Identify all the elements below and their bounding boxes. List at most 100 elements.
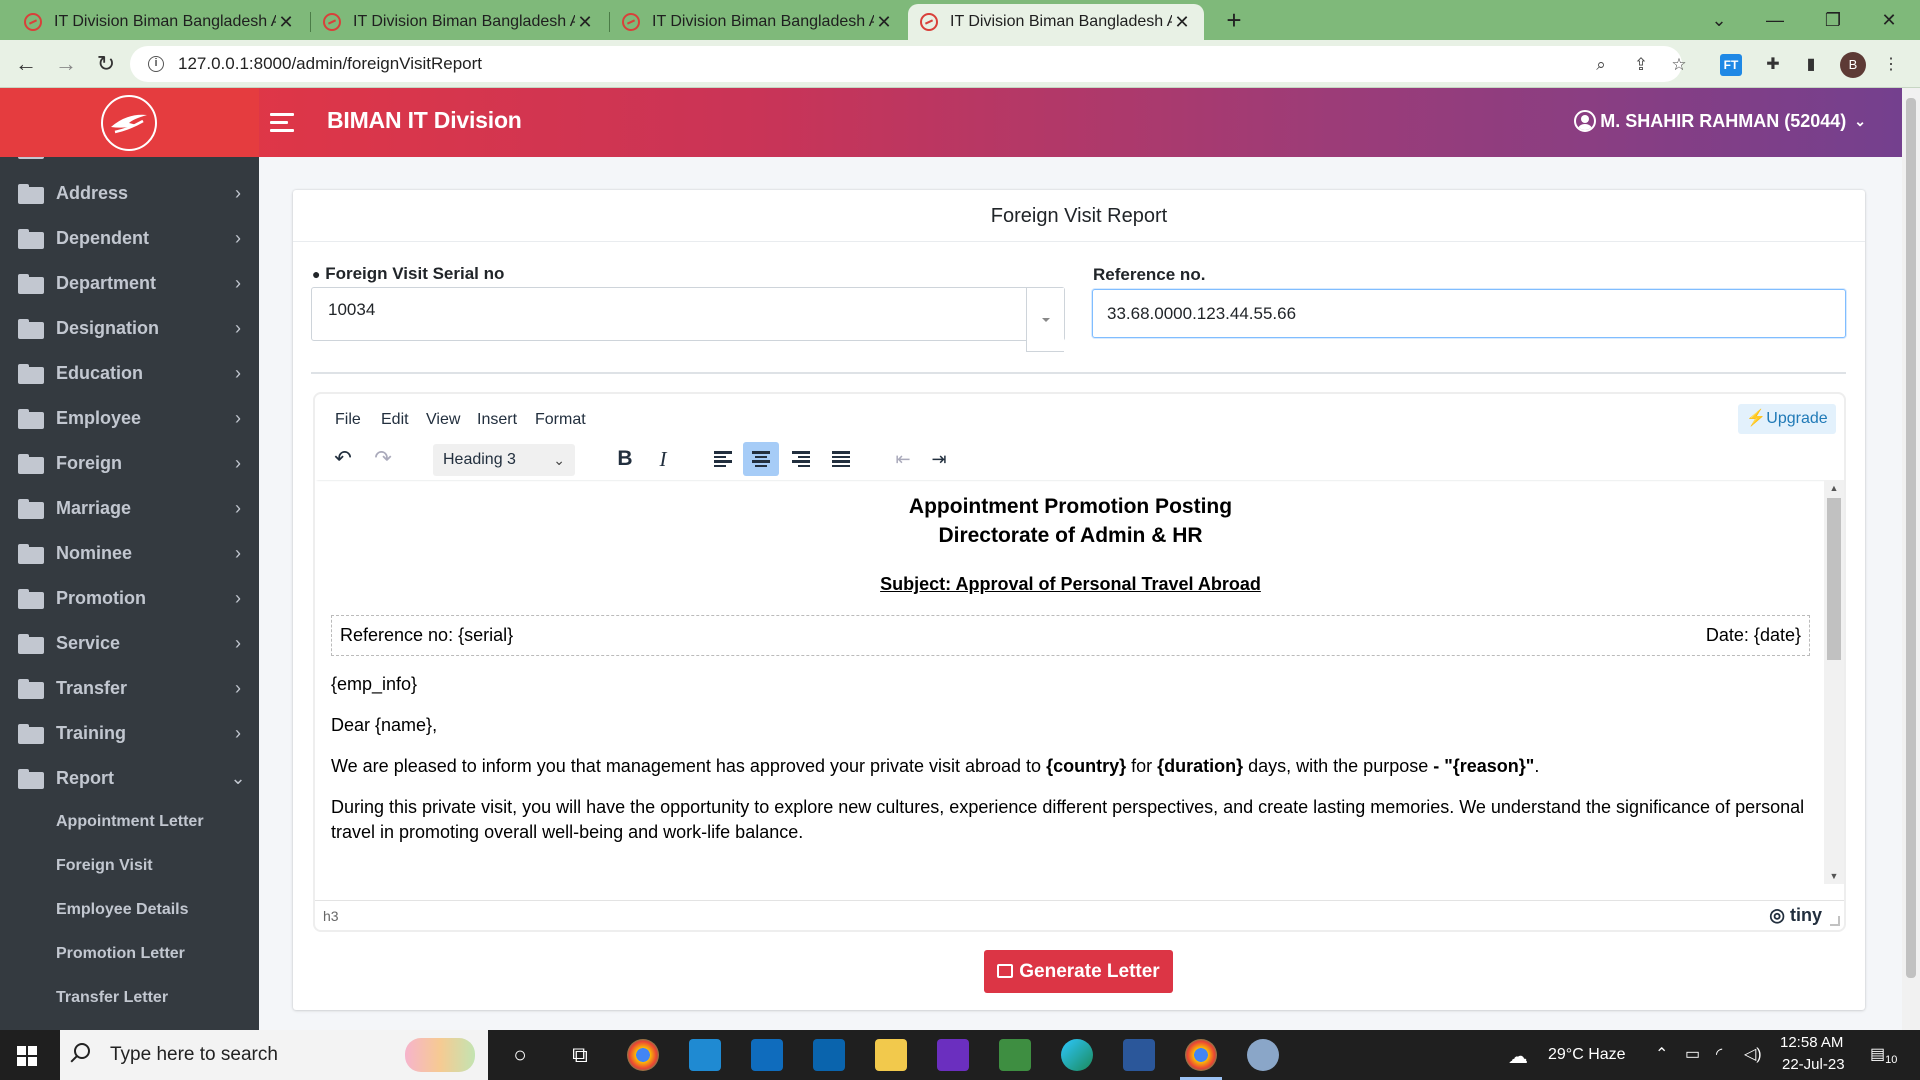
taskbar-search[interactable]: Type here to search — [60, 1030, 488, 1080]
windows-start-icon[interactable] — [17, 1046, 37, 1066]
wifi-icon[interactable]: ◜ — [1716, 1044, 1722, 1064]
sidebar-item-employee[interactable]: Employee › — [0, 396, 259, 441]
align-left-icon[interactable] — [705, 442, 741, 476]
browser-menu-icon[interactable]: ⋮ — [1878, 52, 1904, 78]
element-path[interactable]: h3 — [323, 908, 339, 924]
extension-ft-icon[interactable]: FT — [1720, 54, 1742, 76]
sidebar-item-training[interactable]: Training › — [0, 711, 259, 756]
sidebar-item-department[interactable]: Department › — [0, 261, 259, 306]
reference-input[interactable] — [1092, 289, 1846, 338]
sidebar-subitem-promotion-letter[interactable]: Promotion Letter — [56, 945, 185, 963]
redo-icon[interactable]: ↷ — [365, 442, 401, 476]
extensions-puzzle-icon[interactable]: ✚ — [1760, 52, 1786, 78]
word-icon[interactable] — [1123, 1039, 1155, 1071]
sidebar-item-transfer[interactable]: Transfer › — [0, 666, 259, 711]
sidebar-item-service[interactable]: Service › — [0, 621, 259, 666]
indent-icon[interactable]: ⇥ — [921, 442, 957, 476]
user-menu[interactable]: M. SHAHIR RAHMAN (52044) ⌄ — [1574, 110, 1866, 132]
task-view-icon[interactable]: ⧉ — [564, 1039, 596, 1071]
profile-avatar[interactable]: B — [1840, 52, 1866, 78]
clock-time[interactable]: 12:58 AM — [1780, 1034, 1843, 1051]
sidebar-item-address[interactable]: Address › — [0, 171, 259, 216]
sidebar-subitem-transfer-letter[interactable]: Transfer Letter — [56, 989, 168, 1007]
sidebar-subitem-foreign-visit[interactable]: Foreign Visit — [56, 857, 153, 875]
menu-insert[interactable]: Insert — [477, 411, 517, 429]
close-tab-icon[interactable]: ✕ — [1172, 12, 1192, 33]
browser-tab[interactable]: IT Division Biman Bangladesh Air ✕ — [311, 4, 607, 40]
tiny-logo[interactable]: ◎ tiny — [1769, 905, 1822, 926]
outdent-icon[interactable]: ⇤ — [885, 442, 921, 476]
dropdown-caret-icon[interactable] — [1026, 288, 1064, 352]
block-format-select[interactable]: Heading 3 ⌄ — [433, 444, 575, 476]
zoom-icon[interactable]: ⌕ — [1590, 54, 1612, 76]
generate-letter-button[interactable]: Generate Letter — [984, 950, 1173, 993]
editor-scroll-thumb[interactable] — [1827, 498, 1841, 660]
menu-file[interactable]: File — [335, 411, 361, 429]
reload-icon[interactable]: ↻ — [90, 48, 122, 80]
close-tab-icon[interactable]: ✕ — [575, 12, 595, 33]
align-center-icon[interactable] — [743, 442, 779, 476]
chrome-icon[interactable] — [627, 1039, 659, 1071]
notification-icon[interactable]: ▤10 — [1870, 1044, 1897, 1066]
image-viewer-icon[interactable] — [999, 1039, 1031, 1071]
bookmark-star-icon[interactable]: ☆ — [1668, 54, 1690, 76]
battery-icon[interactable]: ▭ — [1685, 1044, 1700, 1064]
page-scrollbar[interactable] — [1902, 88, 1920, 1030]
side-panel-icon[interactable]: ▮ — [1798, 52, 1824, 78]
undo-icon[interactable]: ↶ — [325, 442, 361, 476]
paint-icon[interactable] — [1247, 1039, 1279, 1071]
rich-text-editor[interactable]: File Edit View Insert Format ⚡Upgrade ↶ … — [313, 392, 1846, 932]
bold-icon[interactable]: B — [607, 442, 643, 476]
chrome-profile-icon[interactable] — [1185, 1039, 1217, 1071]
align-justify-icon[interactable] — [823, 442, 859, 476]
italic-icon[interactable]: I — [645, 442, 681, 476]
serial-select[interactable]: 10034 — [311, 287, 1065, 352]
sidebar-subitem-employee-details[interactable]: Employee Details — [56, 901, 189, 919]
sidebar-item-foreign[interactable]: Foreign › — [0, 441, 259, 486]
cortana-icon[interactable]: ○ — [504, 1039, 536, 1071]
sidebar-toggle-icon[interactable] — [270, 113, 294, 132]
weather-icon[interactable]: ☁ — [1508, 1044, 1528, 1069]
sidebar-item-promotion[interactable]: Promotion › — [0, 576, 259, 621]
scrollbar-thumb[interactable] — [1906, 98, 1916, 978]
upgrade-button[interactable]: ⚡Upgrade — [1738, 404, 1836, 434]
menu-format[interactable]: Format — [535, 411, 586, 429]
browser-tab[interactable]: IT Division Biman Bangladesh Air ✕ — [610, 4, 906, 40]
share-icon[interactable]: ⇪ — [1630, 54, 1652, 76]
browser-tab-active[interactable]: IT Division Biman Bangladesh Air ✕ — [908, 4, 1204, 40]
close-tab-icon[interactable]: ✕ — [874, 12, 894, 33]
align-right-icon[interactable] — [783, 442, 819, 476]
edge-icon[interactable] — [1061, 1039, 1093, 1071]
close-window-icon[interactable]: ✕ — [1866, 4, 1912, 36]
volume-icon[interactable]: ◁) — [1744, 1044, 1762, 1064]
editor-content[interactable]: Appointment Promotion Posting Directorat… — [315, 480, 1826, 884]
sidebar-item-designation[interactable]: Designation › — [0, 306, 259, 351]
sidebar-item-nominee[interactable]: Nominee › — [0, 531, 259, 576]
weather-text[interactable]: 29°C Haze — [1548, 1046, 1626, 1064]
new-tab-button[interactable]: + — [1220, 6, 1248, 34]
browser-tab[interactable]: IT Division Biman Bangladesh Air ✕ — [12, 4, 308, 40]
phpstorm-icon[interactable] — [937, 1039, 969, 1071]
tab-search-chevron-icon[interactable]: ⌄ — [1696, 4, 1742, 36]
biman-logo[interactable] — [101, 95, 157, 151]
sidebar-subitem-appointment-letter[interactable]: Appointment Letter — [56, 813, 204, 831]
menu-edit[interactable]: Edit — [381, 411, 409, 429]
clock-date[interactable]: 22-Jul-23 — [1782, 1056, 1845, 1073]
tray-chevron-icon[interactable]: ⌃ — [1655, 1044, 1668, 1064]
scroll-down-icon[interactable]: ▼ — [1824, 868, 1844, 884]
menu-view[interactable]: View — [426, 411, 460, 429]
outlook-pre-icon[interactable] — [751, 1039, 783, 1071]
sidebar-item-report[interactable]: Report ⌄ — [0, 756, 259, 801]
url-text[interactable]: 127.0.0.1:8000/admin/foreignVisitReport — [178, 54, 482, 74]
site-info-icon[interactable]: i — [148, 56, 164, 72]
outlook-icon[interactable] — [813, 1039, 845, 1071]
minimize-icon[interactable]: — — [1752, 4, 1798, 36]
maximize-icon[interactable]: ❐ — [1810, 4, 1856, 36]
sidebar-item-marriage[interactable]: Marriage › — [0, 486, 259, 531]
sidebar-item-dependent[interactable]: Dependent › — [0, 216, 259, 261]
back-arrow-icon[interactable]: ← — [10, 48, 42, 80]
vscode-icon[interactable] — [689, 1039, 721, 1071]
file-explorer-icon[interactable] — [875, 1039, 907, 1071]
resize-handle-icon[interactable] — [1830, 916, 1840, 926]
address-bar[interactable]: i 127.0.0.1:8000/admin/foreignVisitRepor… — [130, 46, 1687, 82]
